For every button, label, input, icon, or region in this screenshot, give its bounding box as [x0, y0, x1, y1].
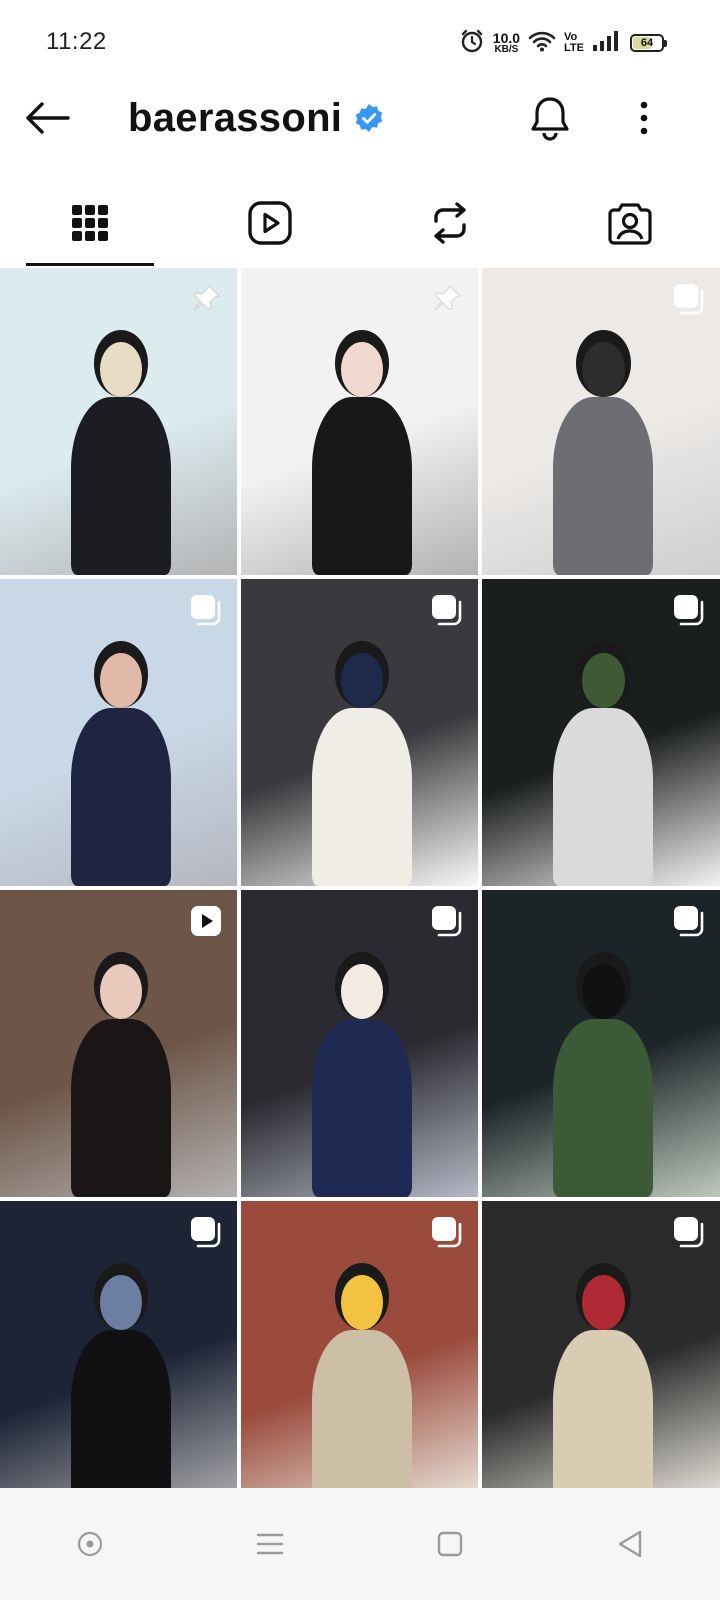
posts-grid: [0, 268, 720, 1488]
figure-head: [99, 652, 143, 708]
system-nav-bar: [0, 1488, 720, 1600]
home-square-icon: [437, 1531, 463, 1557]
pin-icon: [430, 282, 464, 316]
tab-reels[interactable]: [180, 180, 360, 266]
figure-body: [553, 1018, 654, 1197]
figure-head: [99, 1274, 143, 1330]
volte-indicator: Vo LTE: [564, 32, 584, 54]
profile-header: baerassoni: [0, 76, 720, 160]
tagged-icon: [608, 203, 652, 245]
status-icons: 10.0 KB/S Vo LTE 64: [459, 26, 667, 60]
figure-body: [553, 396, 654, 575]
signal-icon: [592, 30, 622, 57]
volte-bottom: LTE: [564, 42, 584, 54]
carousel-icon: [672, 904, 706, 938]
post-thumbnail[interactable]: [482, 268, 720, 575]
figure-body: [71, 1329, 171, 1488]
post-thumbnail[interactable]: [482, 890, 720, 1197]
profile-tabs: [0, 180, 720, 266]
carousel-icon: [189, 593, 223, 627]
post-thumbnail[interactable]: [241, 268, 478, 575]
battery-level: 64: [640, 37, 654, 49]
notifications-button[interactable]: [526, 94, 574, 142]
verified-badge-icon: [354, 103, 384, 133]
figure-head: [99, 341, 143, 397]
figure-body: [71, 707, 171, 886]
wifi-icon: [528, 29, 556, 58]
tab-posts[interactable]: [0, 180, 180, 266]
figure-head: [99, 963, 143, 1019]
figure-head: [581, 341, 625, 397]
net-speed: 10.0 KB/S: [493, 31, 520, 55]
battery-icon: 64: [630, 34, 667, 52]
figure-body: [71, 396, 171, 575]
net-speed-value: 10.0: [492, 30, 521, 46]
figure-body: [71, 1018, 171, 1197]
more-vert-icon: [640, 101, 648, 135]
bell-icon: [531, 97, 569, 141]
tab-tagged[interactable]: [540, 180, 720, 266]
username-area: baerassoni: [128, 94, 384, 142]
grid-icon: [72, 205, 108, 241]
reel-icon: [189, 904, 223, 938]
post-thumbnail[interactable]: [0, 890, 237, 1197]
carousel-icon: [672, 1215, 706, 1249]
reels-icon: [248, 201, 292, 245]
post-thumbnail[interactable]: [0, 1201, 237, 1488]
alarm-icon: [459, 28, 485, 59]
recents-button[interactable]: [240, 1514, 300, 1574]
post-thumbnail[interactable]: [241, 890, 478, 1197]
figure-body: [312, 707, 412, 886]
post-thumbnail[interactable]: [241, 579, 478, 886]
figure-head: [340, 963, 384, 1019]
figure-head: [340, 1274, 384, 1330]
carousel-icon: [189, 1215, 223, 1249]
carousel-icon: [672, 593, 706, 627]
net-speed-unit: KB/S: [494, 44, 519, 55]
menu-icon: [256, 1533, 284, 1555]
post-thumbnail[interactable]: [0, 268, 237, 575]
system-back-button[interactable]: [600, 1514, 660, 1574]
status-bar: 11:22 10.0 KB/S Vo LTE 64: [0, 0, 720, 76]
post-thumbnail[interactable]: [241, 1201, 478, 1488]
post-thumbnail[interactable]: [482, 579, 720, 886]
back-arrow-icon: [26, 102, 70, 134]
figure-head: [581, 652, 625, 708]
pin-icon: [189, 282, 223, 316]
figure-head: [340, 341, 384, 397]
tab-reposts[interactable]: [360, 180, 540, 266]
post-thumbnail[interactable]: [482, 1201, 720, 1488]
figure-head: [340, 652, 384, 708]
home-button[interactable]: [420, 1514, 480, 1574]
assistant-button[interactable]: [60, 1514, 120, 1574]
assistant-dot-icon: [77, 1531, 103, 1557]
profile-username: baerassoni: [128, 95, 343, 140]
carousel-icon: [672, 282, 706, 316]
figure-body: [553, 707, 654, 886]
post-thumbnail[interactable]: [0, 579, 237, 886]
back-button[interactable]: [22, 96, 72, 140]
repost-icon: [434, 202, 466, 244]
figure-body: [312, 1018, 412, 1197]
more-options-button[interactable]: [628, 94, 660, 142]
carousel-icon: [430, 904, 464, 938]
figure-body: [312, 396, 412, 575]
figure-head: [581, 1274, 625, 1330]
figure-body: [553, 1329, 654, 1488]
back-triangle-icon: [618, 1530, 642, 1558]
status-time: 11:22: [46, 28, 107, 55]
carousel-icon: [430, 593, 464, 627]
figure-head: [581, 963, 625, 1019]
carousel-icon: [430, 1215, 464, 1249]
figure-body: [312, 1329, 412, 1488]
